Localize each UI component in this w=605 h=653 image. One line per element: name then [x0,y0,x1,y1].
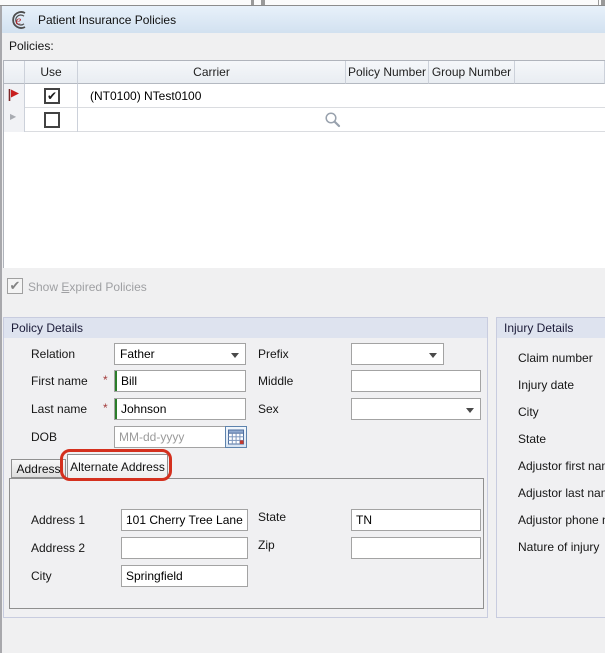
injury-details-panel: Injury Details Claim number Injury date … [496,317,605,618]
adjustor-first-name-label: Adjustor first name [518,459,605,473]
window-edge-tick [598,0,599,5]
grid-header-policy-number[interactable]: Policy Number [346,61,429,84]
show-expired-label-pre: Show [28,280,61,294]
state-field[interactable] [351,509,481,531]
address1-field[interactable] [121,509,248,531]
show-expired-label: Show Expired Policies [28,280,147,294]
dialog-title: Patient Insurance Policies [38,13,176,27]
grid-header-extra [515,61,605,84]
show-expired-checkbox[interactable]: ✔ [7,278,23,294]
use-cell: ✔ [25,84,78,108]
injury-details-title: Injury Details [497,318,605,338]
dob-field[interactable] [114,426,226,448]
zip-field[interactable] [351,537,481,559]
tab-address[interactable]: Address [11,459,66,478]
address2-label: Address 2 [31,541,85,555]
window-edge-tick [601,0,605,5]
relation-dropdown[interactable]: Father [114,343,246,365]
sex-dropdown[interactable] [351,398,481,420]
first-name-required-mark: * [103,373,108,387]
city-label: City [31,569,52,583]
annotation-highlight-ring [60,449,172,481]
policies-section-label: Policies: [9,39,54,53]
state-label: State [258,510,286,524]
grid-header-group-number[interactable]: Group Number [429,61,515,84]
table-row[interactable]: ▶ [4,108,605,132]
grid-header-carrier[interactable]: Carrier [78,61,346,84]
injury-city-label: City [518,405,539,419]
prefix-dropdown[interactable] [351,343,444,365]
window-edge-tick [251,0,254,5]
current-row-flag-icon [7,88,21,102]
app-logo-icon: e [7,10,31,30]
zip-label: Zip [258,538,275,552]
row-selector-cell[interactable]: ▶ [4,108,25,132]
chevron-down-icon [429,353,437,358]
sex-label: Sex [258,402,279,416]
last-name-required-mark: * [103,401,108,415]
adjustor-phone-label: Adjustor phone nu [518,513,605,527]
use-cell [25,108,78,132]
dialog-left-border [0,6,2,653]
grid-header-selector [4,61,25,84]
carrier-search-icon[interactable] [324,111,342,129]
middle-name-label: Middle [258,374,293,388]
address2-field[interactable] [121,537,248,559]
show-expired-label-post: xpired Policies [69,280,146,294]
first-name-field[interactable] [114,370,246,392]
table-row[interactable]: ✔ (NT0100) NTest0100 [4,84,605,108]
city-field[interactable] [121,565,248,587]
carrier-cell[interactable]: (NT0100) NTest0100 [90,84,201,108]
injury-state-label: State [518,432,546,446]
calendar-icon [228,429,244,445]
grid-header-use[interactable]: Use [25,61,78,84]
relation-label: Relation [31,347,75,361]
dob-label: DOB [31,430,57,444]
window-edge-tick [261,0,265,5]
adjustor-last-name-label: Adjustor last name [518,486,605,500]
first-name-label: First name [31,374,88,388]
use-checkbox[interactable] [44,112,60,128]
injury-date-label: Injury date [518,378,574,392]
last-name-field[interactable] [114,398,246,420]
chevron-down-icon [231,353,239,358]
middle-name-field[interactable] [351,370,481,392]
row-arrow-icon: ▶ [10,112,16,121]
policies-grid: Use Carrier Policy Number Group Number ✔… [3,60,605,268]
dialog-title-bar: e Patient Insurance Policies [0,6,605,33]
use-checkbox[interactable]: ✔ [44,88,60,104]
address1-label: Address 1 [31,513,85,527]
dob-calendar-button[interactable] [225,426,247,448]
claim-number-label: Claim number [518,351,593,365]
last-name-label: Last name [31,402,87,416]
chevron-down-icon [466,408,474,413]
prefix-label: Prefix [258,347,289,361]
relation-value: Father [120,347,155,361]
svg-text:e: e [16,12,22,27]
policy-details-title: Policy Details [4,318,487,338]
row-selector-cell[interactable] [4,84,25,108]
nature-of-injury-label: Nature of injury [518,540,599,554]
